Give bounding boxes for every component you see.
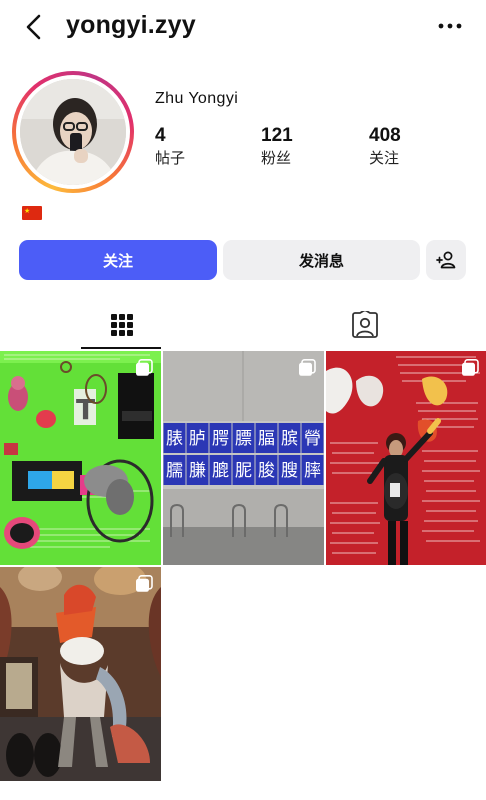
character-board-text: 膁 (189, 461, 206, 481)
post-image (326, 351, 486, 565)
add-user-button[interactable] (426, 240, 466, 280)
character-board-text: 胪 (189, 429, 206, 449)
active-tab-indicator (81, 347, 161, 349)
post-image (0, 567, 161, 781)
stat-followers-count: 121 (261, 125, 293, 146)
character-board-text: 臑 (166, 461, 183, 481)
profile-username: yongyi.zyy (66, 11, 196, 39)
character-board-text: 膘 (235, 429, 252, 449)
multiple-images-icon (136, 359, 153, 376)
character-board-text: 膟 (304, 461, 321, 481)
post-thumbnail-4[interactable] (0, 567, 161, 781)
chevron-left-icon[interactable] (20, 12, 50, 42)
multiple-images-icon (299, 359, 316, 376)
tagged-person-icon (351, 311, 378, 338)
stat-followers[interactable]: 121 粉丝 (261, 125, 293, 169)
character-board-text: 脿 (166, 429, 183, 449)
character-board-text: 膋 (304, 429, 321, 449)
post-thumbnail-3[interactable] (326, 351, 486, 565)
avatar-story-ring[interactable] (12, 71, 134, 193)
stat-following-label: 关注 (369, 149, 400, 167)
follow-button[interactable]: 关注 (19, 240, 217, 280)
stat-following[interactable]: 408 关注 (369, 125, 401, 169)
svg-text:T: T (76, 393, 95, 426)
stat-followers-label: 粉丝 (261, 149, 292, 167)
character-board-text: 朘 (258, 461, 275, 481)
character-board-text: 膑 (281, 429, 298, 449)
post-thumbnail-2[interactable]: 脿胪腭膘腷膑膋臑膁膍胒朘膄膟 (163, 351, 324, 565)
more-horizontal-icon[interactable] (436, 14, 464, 38)
post-image: 脿胪腭膘腷膑膋臑膁膍胒朘膄膟 (163, 351, 324, 565)
multiple-images-icon (462, 359, 479, 376)
stat-posts-label: 帖子 (155, 149, 186, 167)
character-board-text: 膍 (212, 461, 229, 481)
character-board-text: 胒 (235, 461, 252, 481)
stat-posts[interactable]: 4 帖子 (155, 125, 185, 169)
stat-following-count: 408 (369, 125, 401, 146)
china-flag-icon: ★ (22, 206, 42, 220)
tab-tagged[interactable] (243, 300, 486, 350)
message-button[interactable]: 发消息 (223, 240, 420, 280)
character-board-text: 腭 (212, 429, 229, 449)
post-thumbnail-1[interactable]: T (0, 351, 161, 565)
character-board-text: 腷 (258, 429, 275, 449)
top-bar: yongyi.zyy (0, 0, 486, 56)
tab-posts-grid[interactable] (0, 300, 243, 350)
multiple-images-icon (136, 575, 153, 592)
avatar[interactable] (20, 79, 126, 185)
grid-icon (110, 314, 133, 336)
stat-posts-count: 4 (155, 125, 166, 146)
avatar-photo (20, 79, 126, 185)
character-board-text: 膄 (281, 461, 298, 481)
display-name: Zhu Yongyi (155, 90, 239, 107)
post-image: T (0, 351, 161, 565)
profile-tabs (0, 300, 486, 350)
add-user-icon (436, 251, 456, 269)
